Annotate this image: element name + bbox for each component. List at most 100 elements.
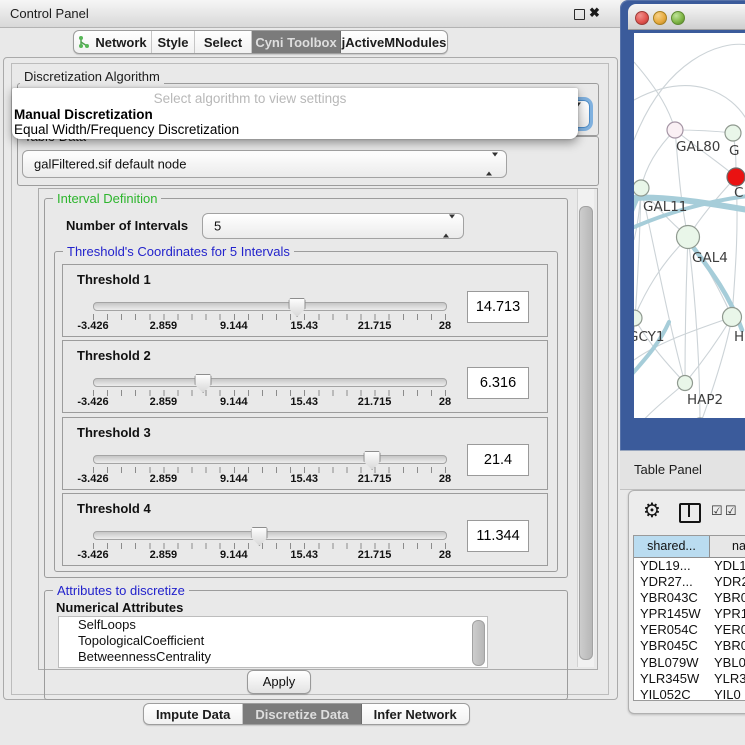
tick-label: 15.43: [290, 549, 318, 561]
tick-label: 2.859: [150, 320, 178, 332]
threshold-1-value-field[interactable]: [467, 291, 529, 323]
algorithm-dropdown-popup: Select algorithm to view settings Manual…: [12, 88, 578, 139]
control-panel-titlebar: [0, 0, 620, 28]
node-hap2[interactable]: [678, 376, 693, 391]
tick-label: -3.426: [77, 396, 108, 408]
threshold-3-value-field[interactable]: [467, 444, 529, 476]
threshold-3-slider[interactable]: [93, 455, 447, 464]
threshold-2-label: Threshold 2: [77, 348, 151, 363]
float-panel-icon[interactable]: [574, 9, 585, 20]
column-header-name[interactable]: na: [710, 536, 745, 558]
list-item[interactable]: SelfLoops: [59, 617, 487, 633]
node-red-selected[interactable]: [727, 168, 745, 186]
table-panel-header: Table Panel: [620, 450, 745, 490]
zoom-traffic-light-icon[interactable]: [671, 11, 685, 25]
close-icon[interactable]: ✖: [589, 5, 600, 21]
number-of-intervals-label: Number of Intervals: [66, 218, 188, 233]
tab-jactivemnodules-label: jActiveMNodules: [342, 35, 447, 50]
table-cell: YER054C: [640, 622, 710, 638]
network-window-titlebar[interactable]: [628, 4, 745, 30]
table-row[interactable]: YDL19...YDL1: [634, 558, 745, 574]
threshold-2-value-field[interactable]: [467, 367, 529, 399]
popup-option-equal-width-frequency[interactable]: Equal Width/Frequency Discretization: [14, 122, 239, 137]
node-gal80[interactable]: [667, 122, 683, 138]
number-of-intervals-value: 5: [214, 219, 221, 234]
table-cell: YBL0: [714, 655, 745, 671]
node-top-right[interactable]: [725, 125, 741, 141]
tick-label: 15.43: [290, 473, 318, 485]
minimize-traffic-light-icon[interactable]: [653, 11, 667, 25]
node-label-gal4: GAL4: [692, 250, 728, 266]
popup-option-manual-discretization[interactable]: Manual Discretization: [14, 107, 153, 122]
table-row[interactable]: YDR27...YDR2: [634, 574, 745, 590]
tick-label: 21.715: [358, 473, 392, 485]
table-row[interactable]: YLR345WYLR3: [634, 671, 745, 687]
tab-style[interactable]: Style: [152, 31, 195, 53]
table-row[interactable]: YBR043CYBR0: [634, 590, 745, 606]
threshold-4-slider[interactable]: [93, 531, 447, 540]
table-cell: YDL1: [714, 558, 745, 574]
node-label-g-cut: G: [729, 143, 739, 159]
tick-label: 2.859: [150, 473, 178, 485]
slider-tick-labels: -3.4262.8599.14415.4321.71528: [93, 320, 445, 332]
table-cell: YBR043C: [640, 590, 710, 606]
table-cell: YLR345W: [640, 671, 710, 687]
node-label-gal11: GAL11: [643, 199, 687, 215]
tab-discretize-data[interactable]: Discretize Data: [243, 704, 361, 724]
combo-arrows-icon: [443, 219, 455, 234]
attributes-list-scrollbar[interactable]: [472, 620, 485, 666]
table-cell: YIL052C: [640, 687, 710, 700]
table-row[interactable]: YPR145WYPR1: [634, 606, 745, 622]
tick-label: 9.144: [220, 473, 248, 485]
threshold-2-slider[interactable]: [93, 378, 447, 387]
numerical-attributes-list[interactable]: SelfLoopsTopologicalCoefficientBetweenne…: [58, 616, 488, 668]
list-item[interactable]: TopologicalCoefficient: [59, 633, 487, 649]
tick-label: -3.426: [77, 320, 108, 332]
checkbox-icon[interactable]: ☑: [725, 505, 737, 517]
node-gal4[interactable]: [677, 226, 700, 249]
algorithm-hint: Select algorithm to view settings: [12, 91, 488, 106]
tab-cyni-toolbox[interactable]: Cyni Toolbox: [252, 31, 341, 53]
node-label-gcy1: GCY1: [634, 329, 665, 345]
split-pane-icon[interactable]: [679, 503, 701, 523]
node-label-h-cut: H: [734, 329, 744, 345]
tick-label: 21.715: [358, 396, 392, 408]
threshold-4-value-field[interactable]: [467, 520, 529, 552]
tab-select-label: Select: [204, 35, 242, 50]
tab-cyni-toolbox-label: Cyni Toolbox: [255, 35, 336, 50]
tab-infer-network[interactable]: Infer Network: [362, 704, 469, 724]
apply-button[interactable]: Apply: [247, 670, 311, 694]
tick-label: -3.426: [77, 549, 108, 561]
threshold-1-slider[interactable]: [93, 302, 447, 311]
screen: Control Panel ✖ Network Style Select Cyn…: [0, 0, 745, 745]
close-traffic-light-icon[interactable]: [635, 11, 649, 25]
panel-scrollbar-thumb[interactable]: [579, 206, 593, 660]
tick-label: 9.144: [220, 549, 248, 561]
table-panel-title: Table Panel: [634, 462, 702, 477]
network-icon: [78, 35, 90, 49]
list-item[interactable]: BetweennessCentrality: [59, 649, 487, 665]
node-gal11[interactable]: [634, 180, 649, 196]
tick-label: 28: [439, 396, 451, 408]
tab-style-label: Style: [157, 35, 188, 50]
node-gcy1[interactable]: [634, 310, 642, 326]
network-canvas[interactable]: GAL80 G GAL11 C GAL4 GCY1 H HAP2: [634, 33, 745, 418]
table-data-combo[interactable]: galFiltered.sif default node: [22, 150, 507, 178]
tab-impute-data[interactable]: Impute Data: [144, 704, 243, 724]
table-row[interactable]: YBR045CYBR0: [634, 638, 745, 654]
tab-network[interactable]: Network: [74, 31, 152, 53]
checkbox-icon[interactable]: ☑: [711, 505, 723, 517]
tab-select[interactable]: Select: [195, 31, 252, 53]
tab-jactivemnodules[interactable]: jActiveMNodules: [341, 31, 447, 53]
table-cell: YDR2: [714, 574, 745, 590]
number-of-intervals-combo[interactable]: 5: [202, 213, 464, 239]
table-row[interactable]: YER054CYER0: [634, 622, 745, 638]
table-row[interactable]: YBL079WYBL0: [634, 655, 745, 671]
attributes-group-title: Attributes to discretize: [53, 583, 189, 598]
gear-icon[interactable]: ⚙: [643, 501, 661, 521]
column-header-shared[interactable]: shared...: [634, 536, 710, 558]
table-row[interactable]: YIL052CYIL0: [634, 687, 745, 700]
tick-label: 15.43: [290, 396, 318, 408]
combo-arrows-icon: [486, 157, 498, 172]
node-h[interactable]: [723, 308, 742, 327]
